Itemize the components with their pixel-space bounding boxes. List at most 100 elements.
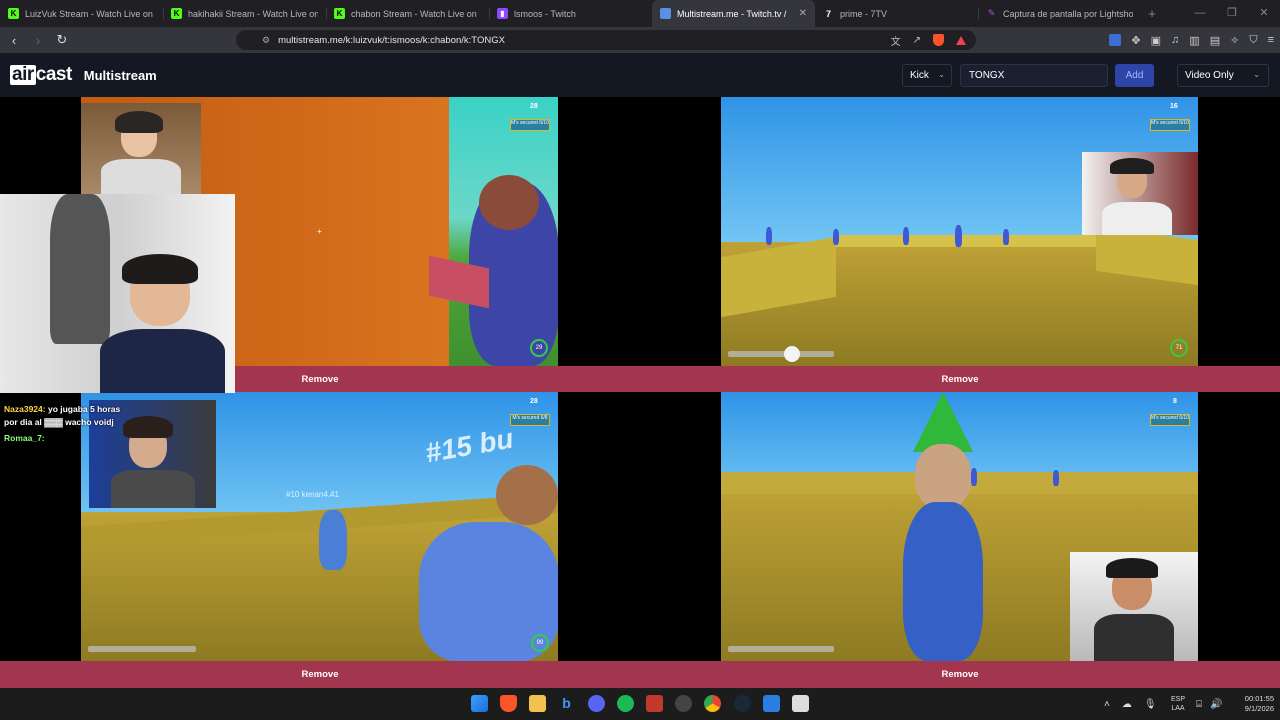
snipping-tool-icon[interactable] xyxy=(792,695,809,712)
cloud-icon[interactable]: ☁ xyxy=(1122,699,1132,710)
minimize-icon[interactable]: — xyxy=(1184,0,1216,27)
stream-video[interactable]: 8 M's secured 6/10 xyxy=(721,392,1198,661)
hud-player-count: 28 xyxy=(530,103,538,110)
browser-tab-strip: K LuizVuk Stream - Watch Live on K hakih… xyxy=(0,0,1280,27)
npc-player xyxy=(833,229,839,245)
app-icon[interactable] xyxy=(646,695,663,712)
stream-cell: #15 bu #10 kenan4.41 28 M's secured 6/8 … xyxy=(0,392,640,688)
menu-icon[interactable]: ≡ xyxy=(1268,34,1274,46)
stream-cell: 8 M's secured 6/10 Remove xyxy=(640,392,1280,688)
player-head xyxy=(915,444,971,510)
tab-label: hakihakii Stream - Watch Live on xyxy=(188,8,318,19)
remove-button[interactable]: Remove xyxy=(640,366,1280,393)
chat-message: Naza3924: yo jugaba 5 horas xyxy=(4,404,121,414)
brave-shield-icon[interactable] xyxy=(933,34,944,46)
hud-player-count: 28 xyxy=(530,398,538,405)
remove-button[interactable]: Remove xyxy=(640,661,1280,688)
steam-icon[interactable] xyxy=(734,695,751,712)
browser-tab[interactable]: K chabon Stream - Watch Live on xyxy=(326,0,489,27)
back-icon[interactable]: ‹ xyxy=(4,33,24,48)
puzzle-icon[interactable]: ✥ xyxy=(1131,34,1140,47)
npc-player xyxy=(319,510,347,570)
twitch-icon: ▮ xyxy=(497,8,508,19)
translate-icon[interactable]: 文 xyxy=(891,33,901,48)
site-info-icon[interactable]: ⚙ xyxy=(262,35,270,46)
progress-knob[interactable] xyxy=(784,346,800,362)
npc-player xyxy=(766,227,772,245)
windows-start-icon[interactable] xyxy=(471,695,488,712)
player-head xyxy=(496,465,558,525)
share-icon[interactable]: ↗ xyxy=(913,35,921,46)
npc-player xyxy=(955,225,962,247)
brave-rewards-icon[interactable] xyxy=(956,35,966,45)
url-text[interactable]: multistream.me/k:luizvuk/t:ismoos/k:chab… xyxy=(278,35,891,46)
tab-label: prime - 7TV xyxy=(840,8,888,19)
browser-tab[interactable]: K LuizVuk Stream - Watch Live on xyxy=(0,0,163,27)
kick-icon: K xyxy=(8,8,19,19)
address-bar[interactable]: ⚙ multistream.me/k:luizvuk/t:ismoos/k:ch… xyxy=(236,30,976,50)
tab-label: lsmoos - Twitch xyxy=(514,8,576,19)
video-mode-select[interactable]: Video Only ⌄ xyxy=(1177,64,1269,87)
streamer-shirt xyxy=(1102,202,1172,235)
hud-objective: M's secured 6/10 xyxy=(1150,119,1190,131)
hud-objective: M's secured 6/8 xyxy=(510,414,550,426)
bing-icon[interactable]: b xyxy=(558,695,575,712)
tab-label: chabon Stream - Watch Live on xyxy=(351,8,477,19)
wallet-icon[interactable]: ▤ xyxy=(1210,34,1220,47)
ai-icon[interactable]: ✧ xyxy=(1230,34,1239,47)
channel-input[interactable] xyxy=(960,64,1108,87)
extension-icon[interactable] xyxy=(1109,34,1122,46)
stamina-bar xyxy=(728,646,834,652)
timer-ring: 99 xyxy=(531,634,549,652)
stream-video[interactable]: 16 M's secured 6/10 71 xyxy=(721,97,1198,366)
new-tab-button[interactable]: + xyxy=(1141,6,1163,21)
hud-player-count: 8 xyxy=(1173,398,1177,405)
security-icon[interactable] xyxy=(763,695,780,712)
close-tab-icon[interactable]: ✕ xyxy=(799,8,807,19)
music-icon[interactable]: ♫ xyxy=(1171,34,1179,46)
reload-icon[interactable]: ↻ xyxy=(52,32,72,48)
platform-select[interactable]: Kick ⌄ xyxy=(902,64,952,87)
streamer-hair xyxy=(122,254,198,284)
multistream-icon xyxy=(660,8,671,19)
extension-icons: ✥ ▣ ♫ ▥ ▤ ✧ ⛉ ≡ xyxy=(1109,27,1274,53)
kick-icon: K xyxy=(171,8,182,19)
streamer-webcam xyxy=(1070,552,1198,661)
browser-tab-active[interactable]: Multistream.me - Twitch.tv / ✕ xyxy=(652,0,815,27)
status-icons: ⌸ 🔊 xyxy=(1196,688,1222,720)
forward-icon[interactable]: › xyxy=(28,33,48,48)
close-window-icon[interactable]: ✕ xyxy=(1248,0,1280,27)
maximize-icon[interactable]: ❐ xyxy=(1216,0,1248,27)
add-button[interactable]: Add xyxy=(1115,64,1154,87)
file-explorer-icon[interactable] xyxy=(529,695,546,712)
system-clock[interactable]: 00:01:55 9/1/2026 xyxy=(1230,694,1274,714)
stream-video[interactable]: #15 bu #10 kenan4.41 28 M's secured 6/8 … xyxy=(81,392,558,661)
npc-player xyxy=(971,468,977,486)
microphone-icon[interactable]: 🎙 xyxy=(1144,699,1157,710)
volume-icon[interactable]: 🔊 xyxy=(1210,699,1222,710)
timer-ring: 29 xyxy=(530,339,548,357)
chrome-icon[interactable] xyxy=(704,695,721,712)
maze-wall xyxy=(836,235,1096,247)
chevron-up-icon[interactable]: ˄ xyxy=(1104,699,1110,710)
sidebar-icon[interactable]: ▥ xyxy=(1189,34,1199,47)
network-icon[interactable]: ⌸ xyxy=(1196,699,1202,710)
browser-toolbar: ‹ › ↻ ⚙ multistream.me/k:luizvuk/t:ismoo… xyxy=(0,27,1280,53)
chevron-down-icon: ⌄ xyxy=(1253,70,1260,79)
kick-icon: K xyxy=(334,8,345,19)
browser-tab[interactable]: 7 prime - 7TV xyxy=(815,0,978,27)
browser-tab[interactable]: ▮ lsmoos - Twitch xyxy=(489,0,652,27)
lightshot-icon: ✎ xyxy=(987,8,996,18)
npc-player xyxy=(1053,470,1059,486)
obs-icon[interactable] xyxy=(675,695,692,712)
brave-icon[interactable] xyxy=(500,695,517,712)
browser-tab[interactable]: K hakihakii Stream - Watch Live on xyxy=(163,0,326,27)
discord-icon[interactable] xyxy=(588,695,605,712)
vpn-icon[interactable]: ⛉ xyxy=(1249,34,1257,47)
browser-tab[interactable]: ✎ Captura de pantalla por Lightshot xyxy=(978,0,1141,27)
remove-button[interactable]: Remove xyxy=(0,661,640,688)
aircast-logo[interactable]: air cast xyxy=(10,64,72,86)
spotify-icon[interactable] xyxy=(617,695,634,712)
language-indicator[interactable]: ESP LAA xyxy=(1166,695,1190,713)
screenshot-icon[interactable]: ▣ xyxy=(1151,34,1161,47)
